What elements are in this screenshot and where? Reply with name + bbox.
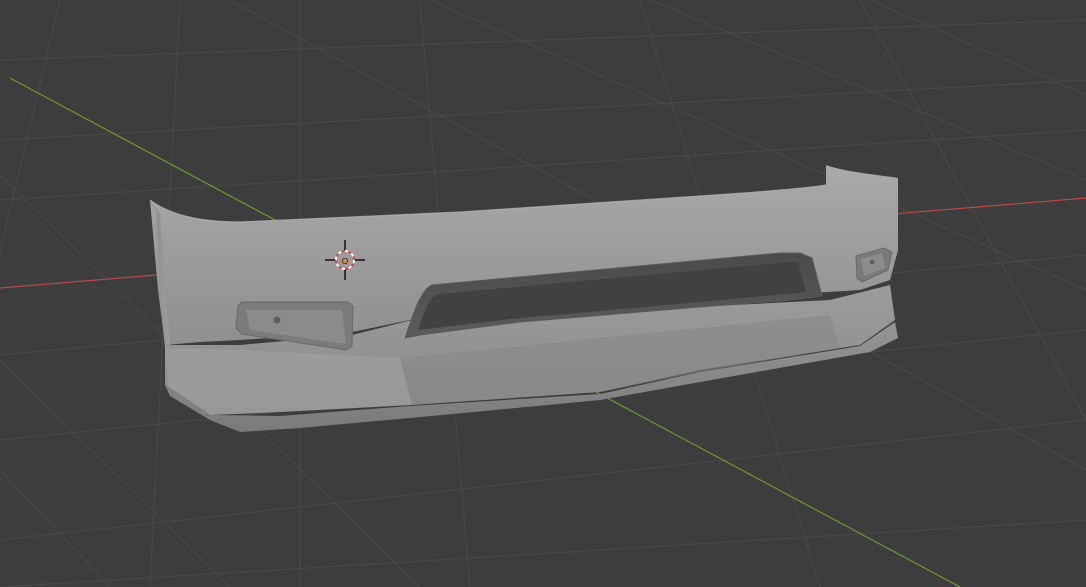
grid-line [0, 469, 111, 587]
right-fog-light-bulb [869, 259, 875, 265]
viewport-canvas[interactable] [0, 0, 1086, 587]
grid-line [0, 419, 1086, 541]
grid-line [0, 129, 1086, 201]
front-bumper-mesh[interactable] [149, 165, 898, 432]
object-origin-icon [341, 257, 348, 264]
3d-viewport[interactable] [0, 0, 1086, 587]
grid-line [0, 19, 1086, 61]
grid-line [0, 79, 1086, 141]
left-fog-light-bulb [273, 316, 281, 324]
grid-line [649, 0, 1086, 181]
grid-line [869, 0, 1086, 96]
bumper-left-corner [165, 348, 412, 415]
grid-line [0, 519, 1086, 587]
